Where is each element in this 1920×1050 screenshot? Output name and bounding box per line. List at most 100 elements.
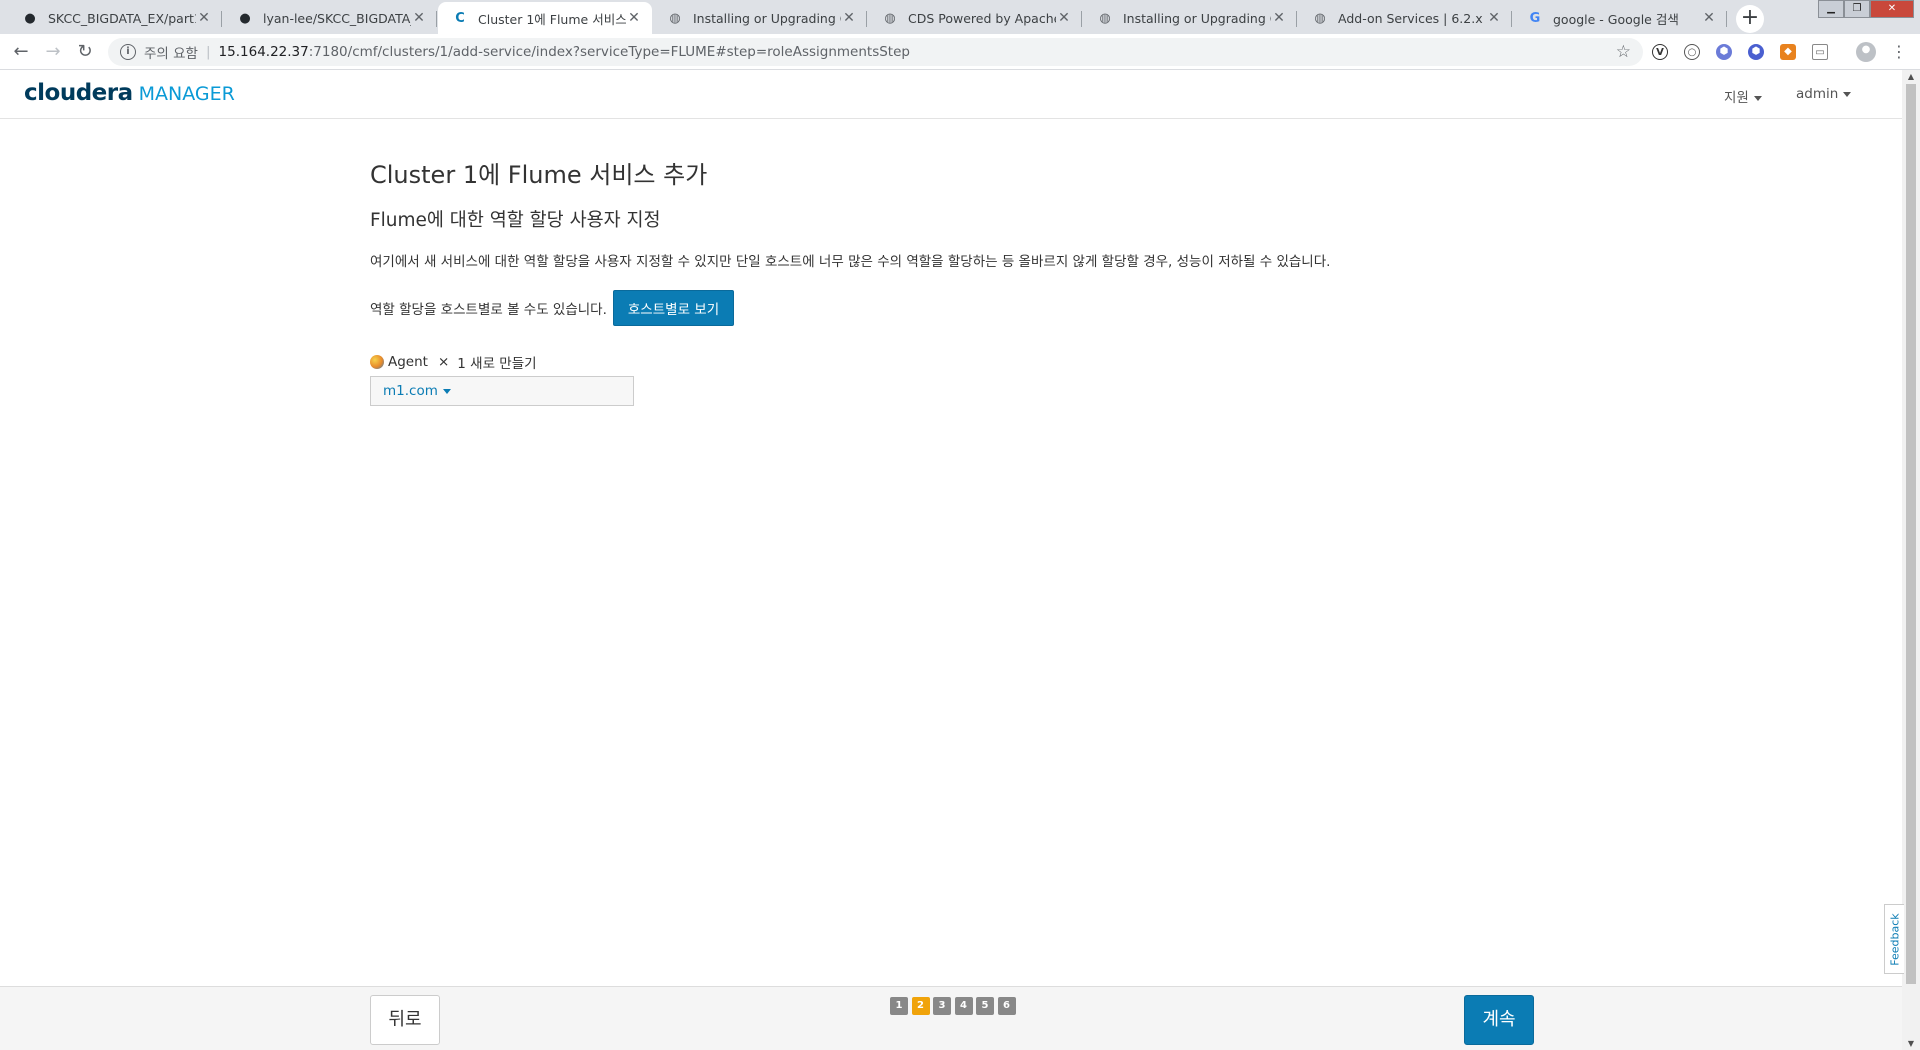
address-bar[interactable]: i 주의 요함 | 15.164.22.37:7180/cmf/clusters… xyxy=(108,38,1643,66)
tab-title: lyan-lee/SKCC_BIGDATA_EX xyxy=(263,10,411,26)
page-title: Cluster 1에 Flume 서비스 추가 xyxy=(370,161,708,189)
app-header: cloudera MANAGER 지원 admin xyxy=(0,70,1902,119)
page-scrollbar[interactable]: ▲ ▼ xyxy=(1902,70,1920,1050)
globe-icon: ◍ xyxy=(1099,10,1111,26)
scroll-up-icon[interactable]: ▲ xyxy=(1902,72,1920,81)
bookmark-star-icon[interactable]: ☆ xyxy=(1616,42,1631,62)
browser-tab[interactable]: C Cluster 1에 Flume 서비스 추가✕ xyxy=(438,2,652,34)
user-menu[interactable]: admin xyxy=(1796,86,1852,102)
cloudera-manager-logo[interactable]: cloudera MANAGER xyxy=(24,80,235,106)
extension-cast-icon[interactable]: ▭ xyxy=(1812,44,1828,60)
new-tab-button[interactable]: + xyxy=(1736,5,1764,33)
logo-product: MANAGER xyxy=(138,83,235,105)
tab-close-icon[interactable]: ✕ xyxy=(626,10,642,26)
step-indicator: 123456 xyxy=(890,997,1019,1015)
role-times: × xyxy=(437,354,450,370)
tab-separator xyxy=(1081,11,1082,27)
extension-fox-icon[interactable]: ◆ xyxy=(1780,44,1796,60)
scrollbar-thumb[interactable] xyxy=(1906,84,1916,984)
back-arrow-icon[interactable]: ← xyxy=(10,41,32,63)
tab-close-icon[interactable]: ✕ xyxy=(1701,10,1717,26)
window-close-button[interactable]: ✕ xyxy=(1870,0,1914,18)
tab-title: Add-on Services | 6.2.x | Cloudera xyxy=(1338,10,1486,26)
logo-brand: cloudera xyxy=(24,80,133,106)
browser-toolbar: ← → ↻ i 주의 요함 | 15.164.22.37:7180/cmf/cl… xyxy=(0,34,1920,70)
support-menu[interactable]: 지원 xyxy=(1724,86,1762,106)
feedback-tab[interactable]: Feedback xyxy=(1884,904,1904,974)
tab-close-icon[interactable]: ✕ xyxy=(1056,10,1072,26)
browser-tab[interactable]: ● SKCC_BIGDATA_EX/part1.md✕ xyxy=(8,2,222,34)
step-5: 5 xyxy=(976,997,994,1015)
chevron-down-icon xyxy=(442,388,451,394)
role-name: Agent xyxy=(388,354,428,370)
view-by-host-button[interactable]: 호스트별로 보기 xyxy=(612,290,735,326)
minimize-button[interactable]: ▁ xyxy=(1818,0,1844,18)
feedback-label: Feedback xyxy=(1888,913,1902,966)
info-icon[interactable]: i xyxy=(120,44,136,60)
globe-icon: ◍ xyxy=(669,10,681,26)
browser-tab[interactable]: ◍ Installing or Upgrading CDH✕ xyxy=(1083,2,1297,34)
tab-separator xyxy=(436,11,437,27)
step-6: 6 xyxy=(997,997,1016,1015)
tab-title: Installing or Upgrading CDH xyxy=(1123,10,1271,26)
extension-hex-icon[interactable]: ⬢ xyxy=(1716,44,1732,60)
extension-shield-icon[interactable]: ⬢ xyxy=(1748,44,1764,60)
host-view-text: 역할 할당을 호스트별로 볼 수도 있습니다. xyxy=(370,302,607,318)
tab-title: Installing or Upgrading CDH xyxy=(693,10,841,26)
chevron-down-icon xyxy=(1843,91,1852,97)
step-4: 4 xyxy=(954,997,973,1015)
cloudera-icon: C xyxy=(455,10,465,26)
continue-button[interactable]: 계속 xyxy=(1464,995,1534,1045)
globe-icon: ◍ xyxy=(1314,10,1326,26)
browser-tab-strip: ●SKCC_BIGDATA_EX/part1.md✕ ● lyan-lee/SKCC… xyxy=(0,0,1920,34)
security-label: 주의 요함 xyxy=(144,46,198,62)
step-2: 2 xyxy=(911,997,930,1015)
tab-separator xyxy=(221,11,222,27)
extension-v-icon[interactable]: V xyxy=(1652,44,1668,60)
divider: | xyxy=(205,44,211,60)
github-icon: ● xyxy=(239,10,251,26)
back-button[interactable]: 뒤로 xyxy=(370,995,440,1045)
tab-title: CDS Powered by Apache Spark xyxy=(908,10,1056,26)
forward-arrow-icon[interactable]: → xyxy=(42,41,64,63)
browser-tab[interactable]: ◍ CDS Powered by Apache Spark✕ xyxy=(868,2,1082,34)
browser-menu-icon[interactable]: ⋮ xyxy=(1888,41,1910,63)
browser-tab[interactable]: Ggoogle - Google 검색 ✕ xyxy=(1513,2,1727,34)
user-menu-label: admin xyxy=(1796,86,1839,102)
maximize-button[interactable]: ❐ xyxy=(1844,0,1870,18)
tab-separator xyxy=(866,11,867,27)
tab-close-icon[interactable]: ✕ xyxy=(1271,10,1287,26)
role-count-label: 1 새로 만들기 xyxy=(457,356,537,372)
url-path: :7180/cmf/clusters/1/add-service/index?s… xyxy=(308,44,910,60)
tab-close-icon[interactable]: ✕ xyxy=(841,10,857,26)
tab-separator xyxy=(1511,11,1512,27)
chevron-down-icon xyxy=(1753,95,1762,101)
globe-icon: ◍ xyxy=(884,10,896,26)
host-view-row: 역할 할당을 호스트별로 볼 수도 있습니다. 호스트별로 보기 xyxy=(370,290,1520,326)
reload-icon[interactable]: ↻ xyxy=(74,41,96,63)
scroll-down-icon[interactable]: ▼ xyxy=(1902,1039,1920,1048)
tab-close-icon[interactable]: ✕ xyxy=(411,10,427,26)
url-host: 15.164.22.37 xyxy=(218,44,309,60)
tab-title: SKCC_BIGDATA_EX/part1.md xyxy=(48,10,196,26)
browser-tab[interactable]: ● lyan-lee/SKCC_BIGDATA_EX✕ xyxy=(223,2,437,34)
host-select-dropdown[interactable]: m1.com xyxy=(370,376,634,406)
browser-tab[interactable]: ◍ Add-on Services | 6.2.x | Cloudera✕ xyxy=(1298,2,1512,34)
wizard-footer: 뒤로 123456 계속 xyxy=(0,986,1902,1050)
tab-separator xyxy=(1296,11,1297,27)
extension-circle-icon[interactable]: ○ xyxy=(1684,44,1700,60)
tab-separator xyxy=(1726,11,1727,27)
step-1: 1 xyxy=(890,997,908,1015)
tab-title: Cluster 1에 Flume 서비스 추가 xyxy=(478,11,626,27)
browser-tab[interactable]: ◍ Installing or Upgrading CDH✕ xyxy=(653,2,867,34)
description-text: 여기에서 새 서비스에 대한 역할 할당을 사용자 지정할 수 있지만 단일 호… xyxy=(370,254,1331,270)
profile-avatar-icon[interactable]: ● xyxy=(1856,42,1876,62)
tab-close-icon[interactable]: ✕ xyxy=(196,10,212,26)
flume-icon xyxy=(370,355,384,369)
selected-host: m1.com xyxy=(383,383,438,399)
google-icon: G xyxy=(1529,10,1541,26)
tab-title: google - Google 검색 xyxy=(1553,11,1679,27)
support-menu-label: 지원 xyxy=(1724,90,1749,106)
tab-close-icon[interactable]: ✕ xyxy=(1486,10,1502,26)
wizard-content: Cluster 1에 Flume 서비스 추가 Flume에 대한 역할 할당 … xyxy=(370,155,1520,406)
